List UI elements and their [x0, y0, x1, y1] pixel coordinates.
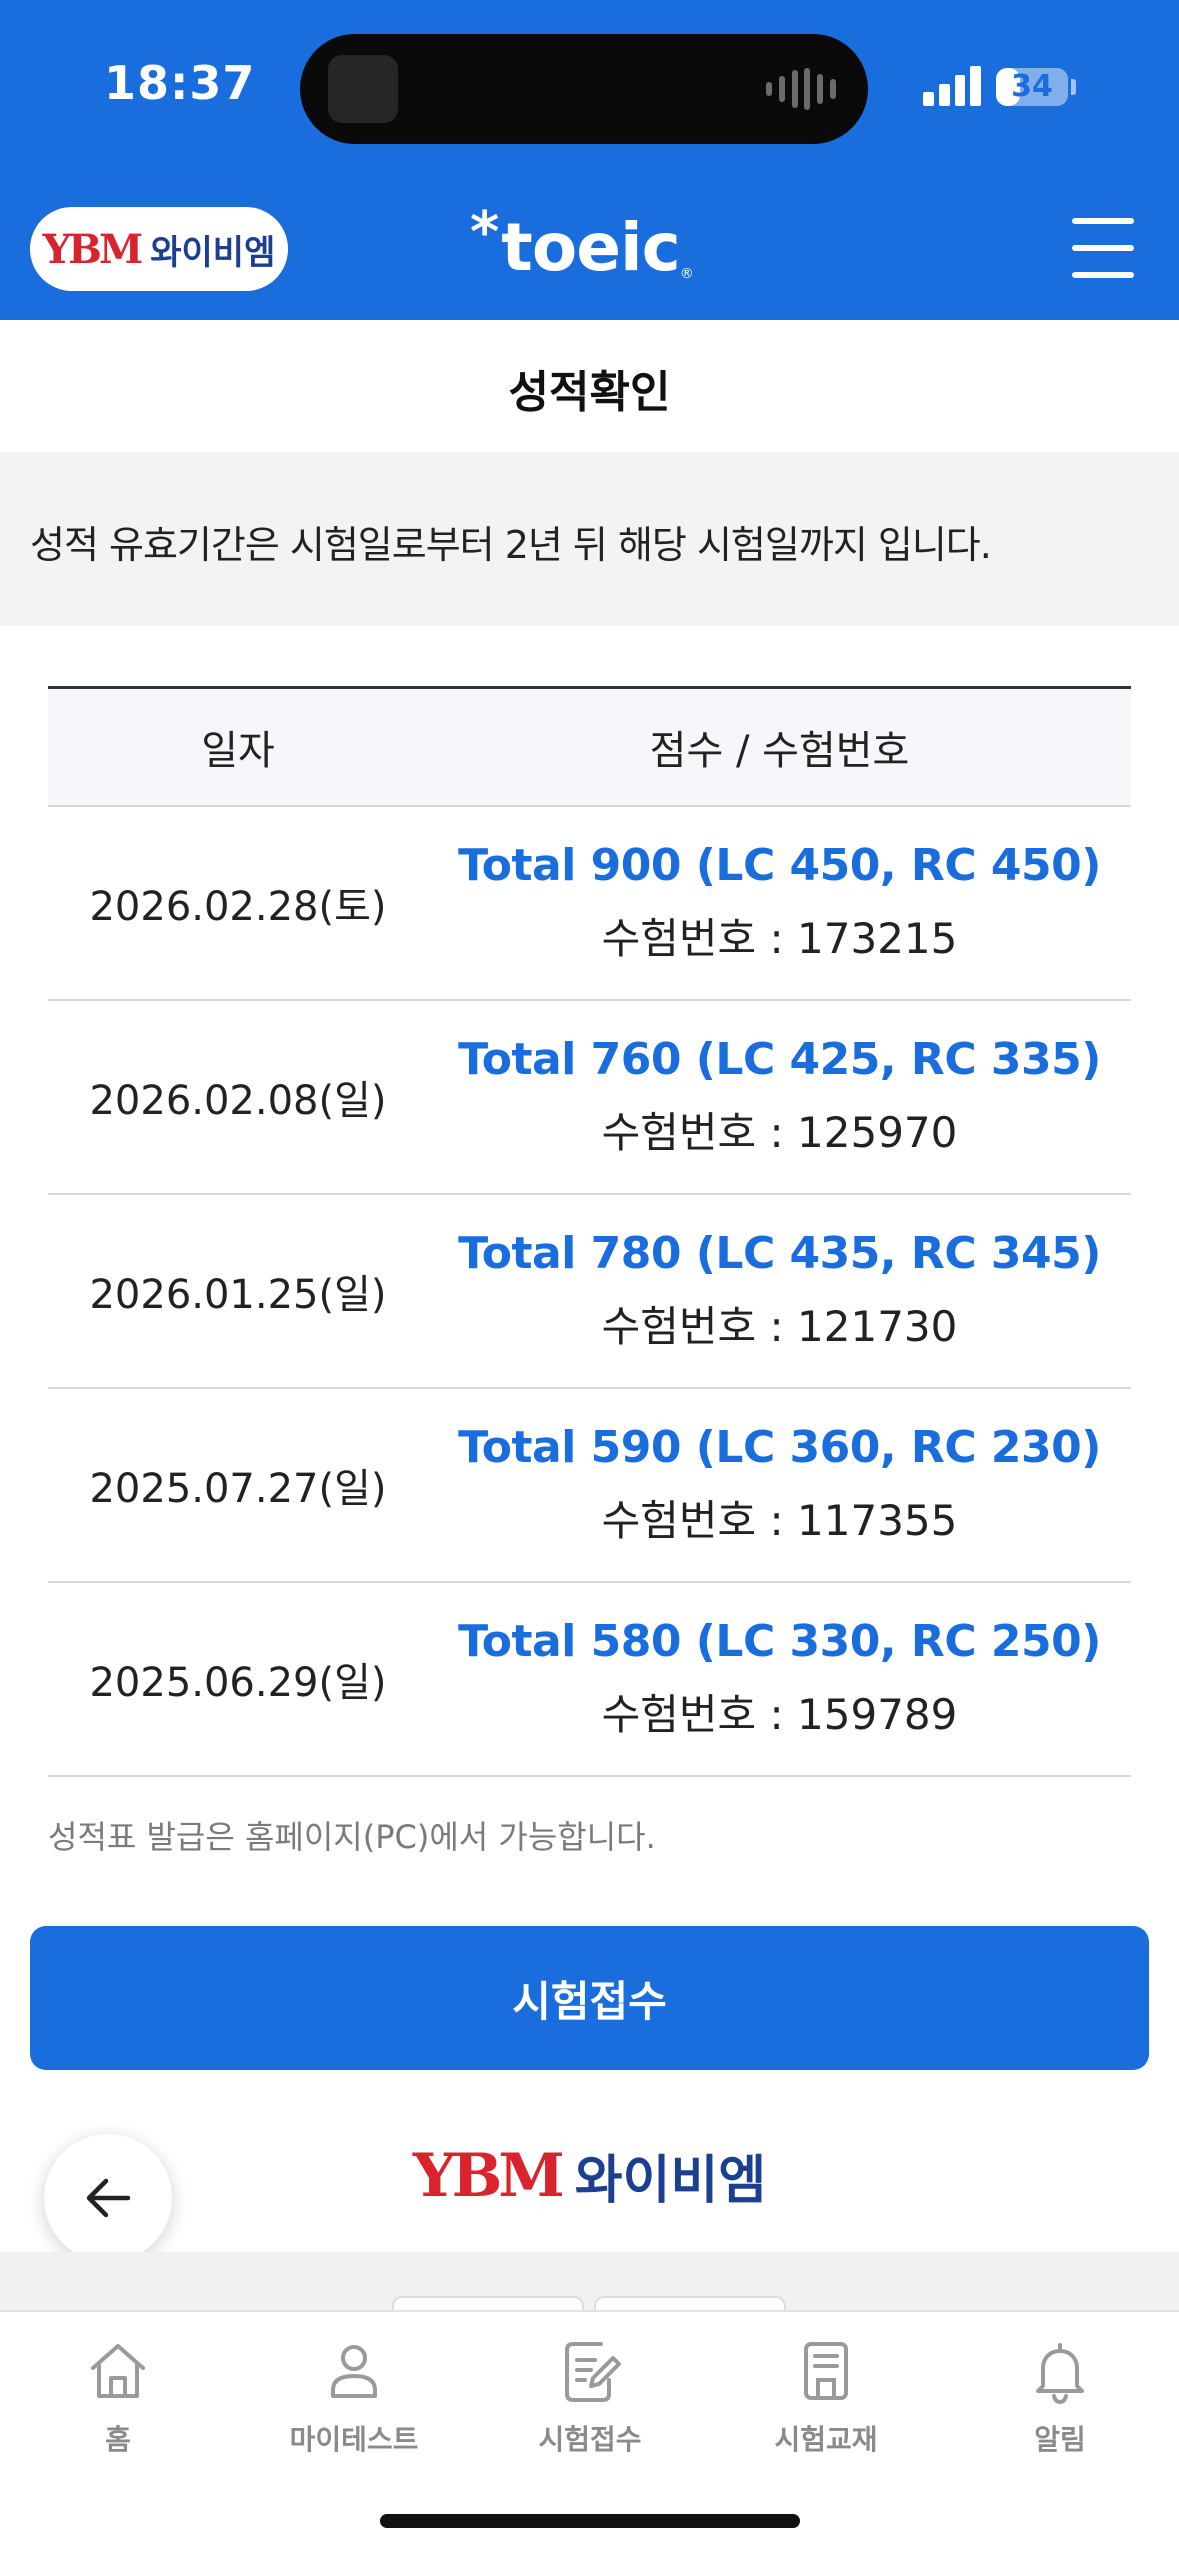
- table-row: 2025.06.29(일) Total 580 (LC 330, RC 250)…: [48, 1583, 1131, 1777]
- back-button[interactable]: [44, 2134, 172, 2262]
- row-score[interactable]: Total 900 (LC 450, RC 450): [428, 840, 1131, 891]
- ybm-logo-mark: YBM: [42, 225, 144, 273]
- island-camera-icon: [328, 55, 398, 123]
- battery-icon: 34: [996, 68, 1068, 106]
- footer-band: [0, 2252, 1179, 2312]
- tab-label: 시험교재: [774, 2423, 878, 2456]
- home-icon: [91, 2344, 145, 2398]
- ybm-logo-button[interactable]: YBM 와이비엠: [30, 207, 288, 291]
- toeic-wordmark: toeic: [501, 209, 680, 286]
- row-score[interactable]: Total 780 (LC 435, RC 345): [428, 1228, 1131, 1279]
- tab-my-test[interactable]: 마이테스트: [254, 2326, 454, 2476]
- home-indicator: [380, 2514, 800, 2528]
- row-date: 2025.06.29(일): [89, 1660, 387, 1706]
- cellular-signal-icon: [923, 66, 981, 106]
- page-title: 성적확인: [508, 367, 671, 418]
- battery-level: 34: [1011, 69, 1053, 104]
- toeic-logo[interactable]: * toeic ®: [470, 200, 694, 288]
- book-icon: [804, 2342, 848, 2400]
- footer-ybm-name: 와이비엠: [574, 2151, 767, 2211]
- table-row: 2025.07.27(일) Total 590 (LC 360, RC 230)…: [48, 1389, 1131, 1583]
- row-score[interactable]: Total 590 (LC 360, RC 230): [428, 1422, 1131, 1473]
- audio-wave-icon: [766, 68, 836, 110]
- row-exam-number: 수험번호 : 121730: [601, 1302, 958, 1351]
- row-score-cell: Total 590 (LC 360, RC 230) 수험번호 : 117355: [428, 1422, 1131, 1548]
- row-exam-number: 수험번호 : 117355: [601, 1496, 958, 1545]
- tab-label: 홈: [105, 2423, 131, 2456]
- table-row: 2026.02.28(토) Total 900 (LC 450, RC 450)…: [48, 807, 1131, 1001]
- report-issuance-note: 성적표 발급은 홈페이지(PC)에서 가능합니다.: [48, 1818, 656, 1856]
- bell-icon: [1036, 2343, 1084, 2405]
- row-exam-number: 수험번호 : 159789: [601, 1690, 958, 1739]
- tab-notifications[interactable]: 알림: [960, 2326, 1160, 2476]
- register-exam-button[interactable]: 시험접수: [30, 1926, 1149, 2070]
- header-score: 점수 / 수험번호: [649, 728, 910, 774]
- person-icon: [331, 2345, 377, 2398]
- row-score[interactable]: Total 580 (LC 330, RC 250): [428, 1616, 1131, 1667]
- row-score-cell: Total 580 (LC 330, RC 250) 수험번호 : 159789: [428, 1616, 1131, 1742]
- row-score-cell: Total 900 (LC 450, RC 450) 수험번호 : 173215: [428, 840, 1131, 966]
- table-row: 2026.01.25(일) Total 780 (LC 435, RC 345)…: [48, 1195, 1131, 1389]
- toeic-star-icon: *: [470, 200, 500, 265]
- tab-textbooks[interactable]: 시험교재: [726, 2326, 926, 2476]
- row-date: 2026.02.08(일): [89, 1078, 387, 1124]
- score-table: 일자 점수 / 수험번호 2026.02.28(토) Total 900 (LC…: [48, 686, 1131, 1777]
- registered-mark: ®: [679, 266, 694, 282]
- validity-notice: 성적 유효기간은 시험일로부터 2년 뒤 해당 시험일까지 입니다.: [0, 452, 1179, 626]
- ybm-logo-name: 와이비엠: [150, 232, 276, 273]
- tab-exam-registration[interactable]: 시험접수: [490, 2326, 690, 2476]
- row-exam-number: 수험번호 : 173215: [601, 914, 958, 963]
- status-time: 18:37: [104, 56, 256, 110]
- table-header: 일자 점수 / 수험번호: [48, 689, 1131, 807]
- dynamic-island: [300, 34, 868, 144]
- row-date: 2025.07.27(일): [89, 1466, 387, 1512]
- row-exam-number: 수험번호 : 125970: [601, 1108, 958, 1157]
- header-date: 일자: [201, 728, 275, 774]
- battery-cap: [1071, 79, 1076, 95]
- tab-label: 마이테스트: [289, 2423, 419, 2456]
- edit-document-icon: [565, 2342, 621, 2402]
- tab-label: 시험접수: [538, 2423, 642, 2456]
- tab-home[interactable]: 홈: [18, 2326, 218, 2476]
- row-score[interactable]: Total 760 (LC 425, RC 335): [428, 1034, 1131, 1085]
- arrow-left-icon: [86, 2178, 131, 2218]
- table-row: 2026.02.08(일) Total 760 (LC 425, RC 335)…: [48, 1001, 1131, 1195]
- row-score-cell: Total 780 (LC 435, RC 345) 수험번호 : 121730: [428, 1228, 1131, 1354]
- validity-notice-text: 성적 유효기간은 시험일로부터 2년 뒤 해당 시험일까지 입니다.: [30, 523, 992, 567]
- row-score-cell: Total 760 (LC 425, RC 335) 수험번호 : 125970: [428, 1034, 1131, 1160]
- footer-ybm-logo: YBM 와이비엠: [0, 2138, 1179, 2213]
- tab-label: 알림: [1034, 2423, 1086, 2456]
- row-date: 2026.02.28(토): [89, 884, 387, 930]
- row-date: 2026.01.25(일): [89, 1272, 387, 1318]
- footer-ybm-mark: YBM: [412, 2140, 565, 2211]
- menu-icon[interactable]: [1072, 218, 1134, 278]
